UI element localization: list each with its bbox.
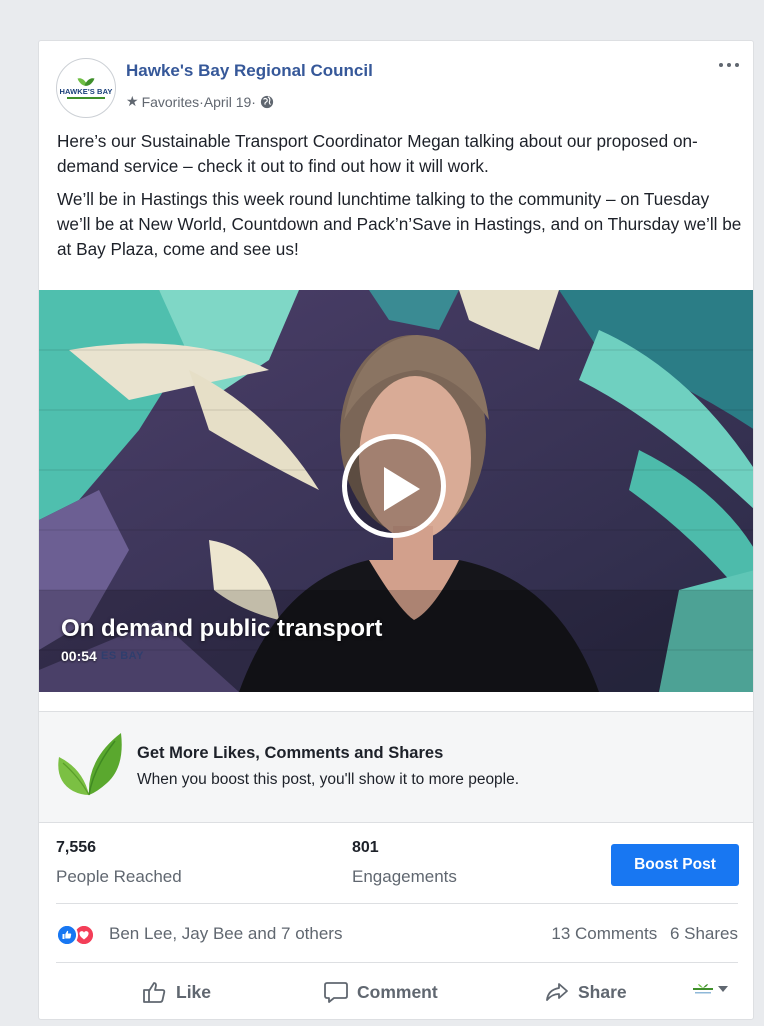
engagements-value: 801 (352, 839, 379, 856)
like-button[interactable]: Like (142, 976, 211, 1008)
post-as-selector[interactable] (692, 982, 728, 996)
video-title: On demand public transport (61, 615, 383, 642)
engagements-label: Engagements (352, 867, 457, 886)
star-icon: ★ (126, 93, 139, 109)
post-card: HAWKE'S BAY Hawke's Bay Regional Council… (38, 40, 754, 1020)
post-paragraph: Here’s our Sustainable Transport Coordin… (57, 131, 698, 176)
page-mini-logo-icon (693, 984, 713, 994)
like-label: Like (176, 981, 212, 1002)
stat-engagements: 801 Engagements (352, 839, 457, 887)
page-name-link[interactable]: Hawke's Bay Regional Council (126, 61, 373, 81)
comments-count-link[interactable]: 13 Comments (551, 924, 657, 943)
reach-value: 7,556 (56, 839, 97, 856)
post-date-link[interactable]: April 19 (204, 94, 251, 110)
post-paragraph: We’ll be in Hastings this week round lun… (57, 189, 742, 259)
reactors-summary[interactable]: Ben Lee, Jay Bee and 7 others (109, 924, 342, 944)
share-button[interactable]: Share (544, 976, 627, 1008)
logo-leaf-icon (79, 77, 93, 87)
reach-label: People Reached (56, 867, 182, 886)
logo-bar (67, 97, 105, 99)
boost-post-button[interactable]: Boost Post (611, 844, 739, 886)
post-stats: 7,556 People Reached 801 Engagements Boo… (39, 823, 753, 903)
play-icon[interactable] (342, 434, 446, 538)
share-label: Share (578, 981, 627, 1002)
post-text: Here’s our Sustainable Transport Coordin… (57, 129, 747, 270)
reaction-icons[interactable] (56, 924, 100, 946)
video-watermark: ES BAY (101, 650, 144, 662)
audience-label[interactable]: Favorites (142, 94, 200, 110)
post-meta: ★ Favorites · April 19 · (126, 93, 274, 110)
engagement-counts: 13 Comments 6 Shares (551, 924, 738, 944)
video-player[interactable]: On demand public transport 00:54 ES BAY (39, 290, 753, 692)
share-icon (546, 983, 568, 1001)
boost-promo: Get More Likes, Comments and Shares When… (39, 711, 753, 823)
stat-people-reached: 7,556 People Reached (56, 839, 182, 887)
promo-description: When you boost this post, you'll show it… (137, 771, 520, 788)
action-bar: Like Comment Share (56, 964, 738, 1019)
globe-icon (260, 95, 274, 108)
leaf-icon (58, 733, 122, 796)
page: HAWKE'S BAY Hawke's Bay Regional Council… (0, 0, 764, 1026)
promo-title: Get More Likes, Comments and Shares (137, 744, 444, 762)
shares-count-link[interactable]: 6 Shares (670, 924, 738, 943)
reactions-row: Ben Lee, Jay Bee and 7 others 13 Comment… (56, 903, 738, 963)
avatar-logo-text: HAWKE'S BAY (59, 87, 113, 96)
chevron-down-icon (718, 986, 728, 992)
like-icon (143, 982, 166, 1003)
like-reaction-icon (56, 924, 78, 946)
page-avatar[interactable]: HAWKE'S BAY (56, 58, 116, 118)
comment-button[interactable]: Comment (323, 976, 438, 1008)
comment-label: Comment (357, 981, 438, 1002)
video-duration: 00:54 (61, 648, 97, 664)
meta-separator: · (251, 93, 256, 110)
post-header: HAWKE'S BAY Hawke's Bay Regional Council… (39, 41, 753, 121)
comment-icon (324, 982, 348, 1003)
more-options-icon[interactable] (715, 55, 743, 75)
